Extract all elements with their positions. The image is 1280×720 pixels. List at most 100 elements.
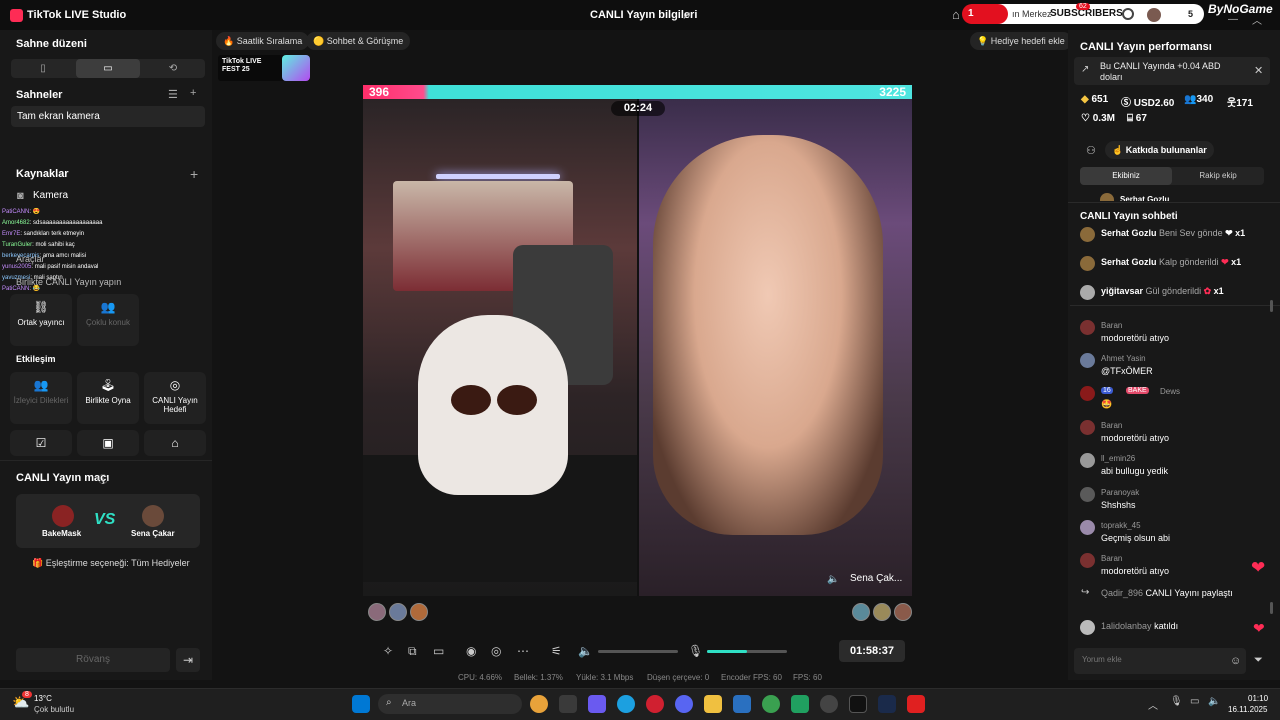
windows-taskbar (0, 688, 1280, 720)
gift-scrollbar[interactable] (1270, 300, 1273, 312)
tab-rival-team[interactable]: Rakip ekip (1172, 167, 1264, 185)
github-icon[interactable] (820, 695, 838, 713)
tiktok-taskbar-icon[interactable] (849, 695, 867, 713)
tray-chevron-icon[interactable]: ︿ (1148, 697, 1158, 712)
heart-gift-icon: ❤ (1225, 228, 1233, 238)
magic-wand-icon[interactable]: ✧ (383, 644, 393, 658)
chat-call-pill[interactable]: 🟡 Sohbet & Görüşme (306, 32, 411, 50)
contributors-pill[interactable]: ☝ Katkıda bulunanlar (1105, 141, 1214, 159)
windows-start-icon[interactable] (352, 695, 370, 713)
camera-source-label[interactable]: Kamera (33, 190, 68, 201)
layout-landscape-button[interactable]: ▭ (76, 59, 140, 78)
discord-icon[interactable] (675, 695, 693, 713)
chat-username[interactable]: toprakk_45 (1101, 521, 1141, 530)
close-icon[interactable]: ✕ (1254, 64, 1263, 77)
stat-viewers: 👥340 (1184, 94, 1214, 105)
scene-item-fullscreen-camera[interactable]: Tam ekran kamera (11, 106, 205, 127)
hourly-ranking-pill[interactable]: 🔥 Saatlik Sıralama (216, 32, 310, 50)
edge-icon[interactable] (617, 695, 635, 713)
chat-message: modoretörü atıyo (1101, 566, 1170, 576)
clock-time[interactable]: 01:10 (1248, 694, 1268, 703)
box-icon-button[interactable]: ▣ (77, 430, 139, 456)
battle-score-bar (363, 85, 912, 99)
chevron-up-icon[interactable]: ︿ (1252, 12, 1262, 27)
add-source-icon[interactable]: + (190, 166, 198, 182)
store-icon-button[interactable]: ⌂ (144, 430, 206, 456)
record-icon[interactable]: ◉ (466, 644, 476, 658)
tray-mic-icon[interactable]: 🎙 (1170, 696, 1183, 707)
chrome-alt-icon[interactable] (762, 695, 780, 713)
volume-slider[interactable] (598, 650, 678, 653)
multi-guest-button[interactable]: 👥 Çoklu konuk (77, 294, 139, 346)
live-goal-button[interactable]: ◎ CANLI Yayın Hedefi (144, 372, 206, 424)
tray-volume-icon[interactable]: 🔈 (1208, 696, 1220, 707)
comment-input[interactable]: Yorum ekle (1074, 648, 1246, 674)
top-gifter-avatar[interactable] (368, 603, 386, 621)
top-gifter-avatar[interactable] (894, 603, 912, 621)
chat-scrollbar[interactable] (1270, 602, 1273, 614)
stat-fps: FPS: 60 (793, 673, 822, 682)
top-gifter-avatar[interactable] (410, 603, 428, 621)
settings-sliders-icon[interactable]: ⚟ (551, 644, 562, 658)
taskbar-search[interactable]: Ara (378, 694, 522, 714)
app-icon[interactable] (791, 695, 809, 713)
add-scene-icon[interactable]: + (190, 87, 196, 99)
mail-icon[interactable] (733, 695, 751, 713)
hand-icon: ☝ (1112, 145, 1126, 155)
microphone-icon[interactable]: 🎙 (688, 644, 703, 658)
group-icon: 👥 (100, 300, 116, 314)
share-icon: ↪ (1081, 587, 1090, 598)
chat-username[interactable]: Dews (1160, 387, 1180, 396)
store-icon[interactable] (559, 695, 577, 713)
minimize-icon[interactable]: — (1228, 14, 1238, 25)
clock-date[interactable]: 16.11.2025 (1228, 705, 1267, 714)
interaction-title: Etkileşim (16, 354, 56, 364)
chat-avatar (1080, 420, 1095, 435)
bynogame-logo: ByNoGame (1208, 2, 1273, 16)
cohost-button[interactable]: ⛓ Ortak yayıncı (10, 294, 72, 346)
layout-portrait-button[interactable]: ▯ (11, 59, 75, 78)
layout-rotate-button[interactable]: ⟲ (141, 59, 205, 78)
stat-encoder-fps: Encoder FPS: 60 (721, 673, 782, 682)
add-user-icon[interactable]: ⚇ (1086, 144, 1096, 157)
filter-icon[interactable]: ⏷ (1254, 654, 1263, 667)
mic-slider[interactable] (707, 650, 787, 653)
list-icon[interactable]: ☰ (168, 88, 178, 101)
home-icon[interactable]: ⌂ (952, 7, 960, 22)
emoji-icon[interactable]: ☺ (1230, 655, 1241, 667)
top-gifter-avatar[interactable] (873, 603, 891, 621)
steam-icon[interactable] (878, 695, 896, 713)
chat-username[interactable]: Paranoyak (1101, 488, 1139, 497)
share-icon[interactable]: ↗ (682, 9, 691, 22)
chat-username[interactable]: Baran (1101, 554, 1122, 563)
add-gift-goal-pill[interactable]: 💡 Hediye hedefi ekle (970, 32, 1072, 50)
chat-username[interactable]: Ahmet Yasin (1101, 354, 1146, 363)
folder-icon[interactable] (704, 695, 722, 713)
help-icon[interactable]: ⓘ (98, 471, 108, 486)
tray-display-icon[interactable]: ▭ (1190, 696, 1199, 707)
chat-username[interactable]: ll_emin26 (1101, 454, 1135, 463)
led-lamp (436, 174, 560, 179)
poll-icon-button[interactable]: ☑ (10, 430, 72, 456)
rematch-button[interactable]: Rövanş (16, 648, 170, 672)
chat-username[interactable]: Baran (1101, 321, 1122, 330)
volume-icon[interactable]: 🔈 (578, 644, 593, 658)
more-icon[interactable]: ⋯ (517, 644, 529, 658)
top-gifter-avatar[interactable] (389, 603, 407, 621)
chrome-icon[interactable] (530, 695, 548, 713)
opera-icon[interactable] (646, 695, 664, 713)
top-gifter-avatar[interactable] (852, 603, 870, 621)
chat-username[interactable]: Baran (1101, 421, 1122, 430)
screen-add-icon[interactable]: ⧉ (408, 644, 417, 659)
effects-icon[interactable]: ◎ (491, 644, 501, 658)
viewer-wishes-button[interactable]: 👥 İzleyici Dilekleri (10, 372, 72, 424)
exit-match-icon[interactable]: ⇥ (176, 648, 200, 672)
teams-icon[interactable] (588, 695, 606, 713)
youtube-icon[interactable] (907, 695, 925, 713)
layout-icon[interactable]: ▭ (433, 644, 444, 658)
chat-avatar (1080, 320, 1095, 335)
tab-your-team[interactable]: Ekibiniz (1080, 167, 1172, 185)
chat-avatar (1080, 553, 1095, 568)
speaker-icon[interactable]: 🔈 (827, 574, 839, 585)
play-together-button[interactable]: 🕹 Birlikte Oyna (77, 372, 139, 424)
